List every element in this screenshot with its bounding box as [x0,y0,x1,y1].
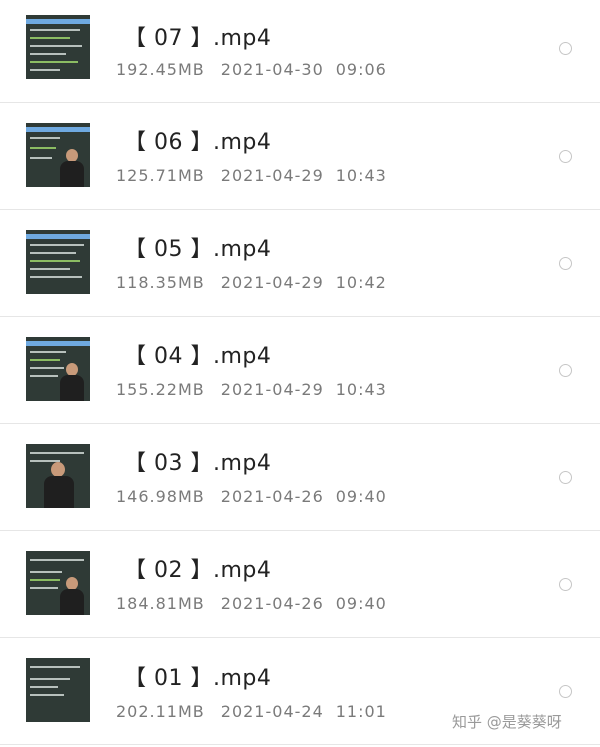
video-thumbnail[interactable] [26,551,90,615]
video-thumbnail[interactable] [26,230,90,294]
select-radio[interactable] [559,42,572,55]
video-thumbnail[interactable] [26,658,90,722]
select-radio[interactable] [559,471,572,484]
file-row[interactable]: 【 02 】.mp4 184.81MB 2021-04-26 09:40 [0,531,600,638]
lecturer-figure [58,363,86,401]
file-size: 192.45MB [116,60,205,79]
file-row[interactable]: 【 06 】.mp4 125.71MB 2021-04-29 10:43 [0,103,600,210]
file-name[interactable]: 【 02 】.mp4 [124,552,271,584]
file-name[interactable]: 【 04 】.mp4 [124,338,271,370]
file-size: 184.81MB [116,594,205,613]
file-meta: 125.71MB 2021-04-29 10:43 [116,166,387,185]
file-time: 09:40 [335,594,387,613]
video-thumbnail[interactable] [26,15,90,79]
file-time: 10:43 [335,166,387,185]
file-row[interactable]: 【 05 】.mp4 118.35MB 2021-04-29 10:42 [0,210,600,317]
file-meta: 155.22MB 2021-04-29 10:43 [116,380,387,399]
file-time: 11:01 [335,702,387,721]
slide-header-bar [26,234,90,239]
file-row[interactable]: 【 04 】.mp4 155.22MB 2021-04-29 10:43 [0,317,600,424]
file-meta: 118.35MB 2021-04-29 10:42 [116,273,387,292]
file-meta: 202.11MB 2021-04-24 11:01 [116,702,387,721]
file-date: 2021-04-30 [220,60,324,79]
file-row[interactable]: 【 03 】.mp4 146.98MB 2021-04-26 09:40 [0,424,600,531]
file-time: 10:42 [335,273,387,292]
slide-header-bar [26,341,90,346]
file-date: 2021-04-29 [220,273,324,292]
video-thumbnail[interactable] [26,123,90,187]
file-size: 118.35MB [116,273,205,292]
watermark: 知乎 @是葵葵呀 [452,713,562,731]
file-meta: 192.45MB 2021-04-30 09:06 [116,60,387,79]
file-date: 2021-04-24 [220,702,324,721]
lecturer-figure [42,462,74,508]
file-meta: 146.98MB 2021-04-26 09:40 [116,487,387,506]
lecturer-figure [58,577,86,615]
file-size: 202.11MB [116,702,205,721]
video-thumbnail[interactable] [26,444,90,508]
file-name[interactable]: 【 05 】.mp4 [124,231,271,263]
select-radio[interactable] [559,685,572,698]
video-thumbnail[interactable] [26,337,90,401]
file-date: 2021-04-26 [220,487,324,506]
slide-header-bar [26,127,90,132]
select-radio[interactable] [559,578,572,591]
file-time: 10:43 [335,380,387,399]
file-time: 09:40 [335,487,387,506]
file-meta: 184.81MB 2021-04-26 09:40 [116,594,387,613]
file-name[interactable]: 【 06 】.mp4 [124,124,271,156]
select-radio[interactable] [559,364,572,377]
file-row[interactable]: 【 07 】.mp4 192.45MB 2021-04-30 09:06 [0,0,600,103]
file-list: 【 07 】.mp4 192.45MB 2021-04-30 09:06 【 06 … [0,0,600,745]
file-date: 2021-04-29 [220,166,324,185]
lecturer-figure [58,149,86,187]
slide-header-bar [26,19,90,24]
select-radio[interactable] [559,257,572,270]
file-name[interactable]: 【 01 】.mp4 [124,660,271,692]
file-time: 09:06 [335,60,387,79]
file-size: 146.98MB [116,487,205,506]
file-name[interactable]: 【 07 】.mp4 [124,20,271,52]
file-name[interactable]: 【 03 】.mp4 [124,445,271,477]
file-date: 2021-04-29 [220,380,324,399]
select-radio[interactable] [559,150,572,163]
file-size: 155.22MB [116,380,205,399]
file-date: 2021-04-26 [220,594,324,613]
file-size: 125.71MB [116,166,205,185]
